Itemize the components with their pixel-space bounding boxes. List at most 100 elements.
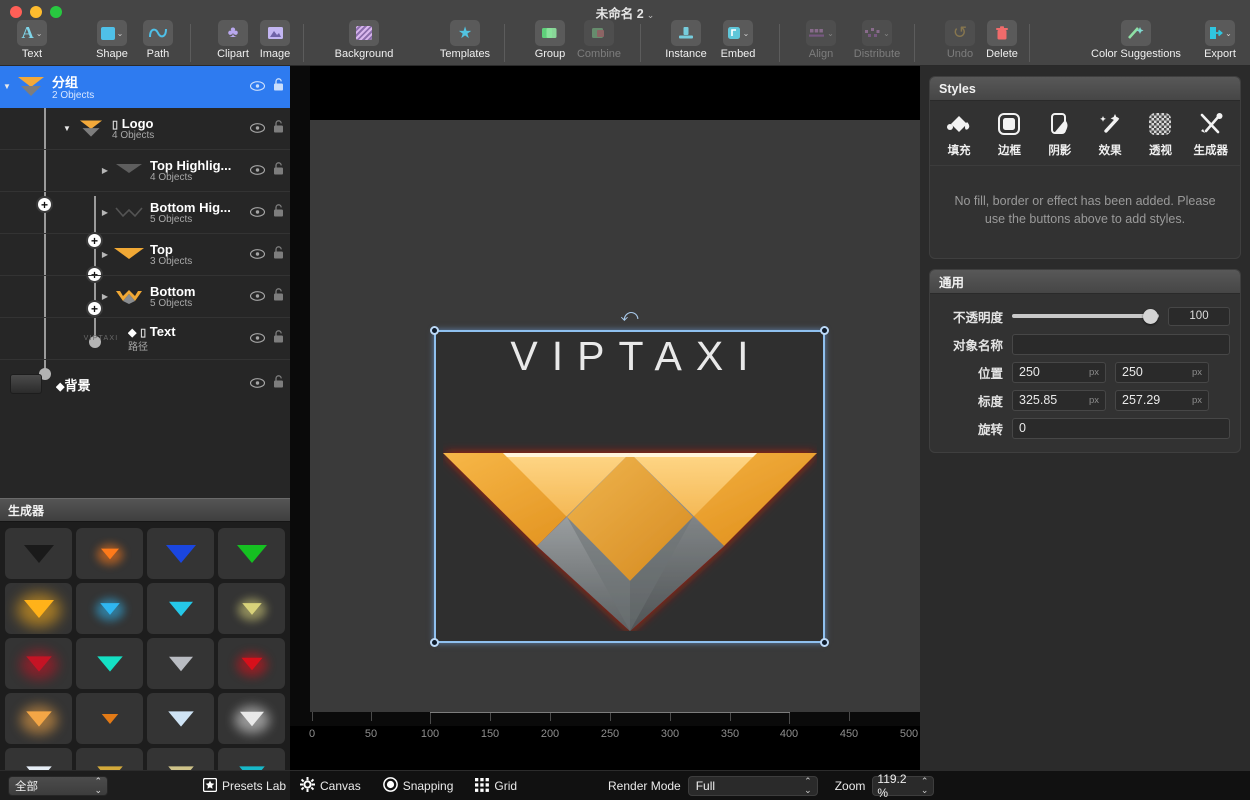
style-button-transparency[interactable]: 透视	[1137, 109, 1183, 158]
lock-icon[interactable]	[273, 246, 284, 264]
layer-row-bottom-highlight[interactable]: ▶ Bottom Hig... 5 Objects	[0, 192, 290, 234]
layers-panel[interactable]: + + + + ▼ 分组 2 Objects ▼	[0, 66, 290, 498]
disclosure-triangle-icon[interactable]: ▶	[98, 292, 112, 301]
stepper-icon[interactable]: ⌃⌄	[804, 777, 812, 795]
layer-row-background[interactable]: ◆背景	[0, 360, 290, 408]
style-button-border[interactable]: 边框	[986, 109, 1032, 158]
layer-row-bottom[interactable]: ▶ Bottom 5 Objects	[0, 276, 290, 318]
stepper-icon[interactable]: ⌃⌄	[94, 777, 102, 795]
style-button-effect[interactable]: 效果	[1087, 109, 1133, 158]
resize-handle-tr[interactable]	[820, 326, 829, 335]
generator-swatch[interactable]	[76, 528, 143, 579]
generator-swatch[interactable]	[147, 693, 214, 744]
generator-swatch[interactable]	[76, 638, 143, 689]
slider-knob[interactable]	[1143, 309, 1158, 324]
object-name-input[interactable]	[1012, 334, 1230, 355]
position-y-input[interactable]: 250 px	[1115, 362, 1209, 383]
presets-lab-button[interactable]: Presets Lab	[203, 778, 286, 795]
toolbar-button-image[interactable]: Image	[247, 20, 303, 66]
toolbar-button-templates[interactable]: ★ Templates	[437, 20, 493, 66]
layer-row-text[interactable]: VIPTAXI ◆ ▯ Text 路径	[0, 318, 290, 360]
artboard[interactable]: VIPTAXI	[310, 120, 920, 720]
generator-swatch[interactable]	[147, 528, 214, 579]
resize-handle-tl[interactable]	[430, 326, 439, 335]
style-button-fill[interactable]: 填充	[936, 109, 982, 158]
layer-row-top-highlight[interactable]: ▶ Top Highlig... 4 Objects	[0, 150, 290, 192]
canvas-button[interactable]: Canvas	[300, 777, 361, 795]
lock-icon[interactable]	[273, 162, 284, 180]
layer-row-top[interactable]: ▶ Top 3 Objects	[0, 234, 290, 276]
disclosure-triangle-icon[interactable]: ▼	[60, 124, 74, 133]
style-button-generator[interactable]: 生成器	[1188, 109, 1234, 158]
layer-row-group[interactable]: ▼ 分组 2 Objects	[0, 66, 290, 108]
toolbar-button-background[interactable]: Background	[336, 20, 392, 66]
zoom-select[interactable]: 119.2 % ⌃⌄	[872, 776, 934, 796]
resize-handle-bl[interactable]	[430, 638, 439, 647]
general-card: 通用 不透明度 100 对象名称 位置 250 px	[929, 269, 1241, 453]
toolbar-button-color-suggestions[interactable]: Color Suggestions	[1081, 20, 1191, 66]
layer-row-logo[interactable]: ▼ ▯ Logo 4 Objects	[0, 108, 290, 150]
style-button-label: 填充	[948, 142, 971, 158]
generator-swatch[interactable]	[147, 583, 214, 634]
rotation-input[interactable]: 0	[1012, 418, 1230, 439]
generator-swatch[interactable]	[76, 693, 143, 744]
eye-icon[interactable]	[250, 246, 265, 264]
disclosure-triangle-icon[interactable]: ▶	[98, 166, 112, 175]
generator-swatch[interactable]	[5, 528, 72, 579]
generator-panel: 生成器	[0, 498, 290, 770]
opacity-slider[interactable]	[1012, 306, 1159, 327]
generator-swatch[interactable]	[218, 583, 285, 634]
disclosure-triangle-icon[interactable]: ▶	[98, 208, 112, 217]
generator-swatch[interactable]	[76, 583, 143, 634]
snapping-button[interactable]: Snapping	[383, 777, 454, 795]
eye-icon[interactable]	[250, 204, 265, 222]
resize-handle-br[interactable]	[820, 638, 829, 647]
layer-thumbnail: VIPTAXI	[78, 326, 124, 352]
eye-icon[interactable]	[250, 162, 265, 180]
lock-icon[interactable]	[273, 288, 284, 306]
disclosure-triangle-icon[interactable]: ▼	[0, 82, 14, 91]
grid-button[interactable]: Grid	[475, 778, 517, 795]
chevron-down-icon[interactable]: ⌄	[647, 10, 655, 20]
lock-icon[interactable]	[273, 78, 284, 96]
size-height-input[interactable]: 257.29 px	[1115, 390, 1209, 411]
toolbar-button-text[interactable]: A⌄ Text	[4, 20, 60, 66]
canvas-area[interactable]: VIPTAXI	[290, 66, 920, 770]
eye-icon[interactable]	[250, 288, 265, 306]
generator-swatch[interactable]	[5, 583, 72, 634]
style-buttons[interactable]: 填充 边框 阴影 效果	[930, 101, 1240, 166]
generator-swatch[interactable]	[218, 693, 285, 744]
eye-icon[interactable]	[250, 78, 265, 96]
style-button-label: 边框	[998, 142, 1021, 158]
generator-swatch[interactable]	[218, 528, 285, 579]
generator-grid[interactable]	[0, 522, 290, 800]
style-button-shadow[interactable]: 阴影	[1037, 109, 1083, 158]
generator-swatch[interactable]	[218, 638, 285, 689]
toolbar-button-delete[interactable]: Delete	[974, 20, 1030, 66]
generator-filter-select[interactable]: 全部 ⌃⌄	[8, 776, 108, 796]
eye-icon[interactable]	[250, 120, 265, 138]
lock-icon[interactable]	[273, 375, 284, 393]
lock-icon[interactable]	[273, 204, 284, 222]
generator-swatch[interactable]	[5, 693, 72, 744]
size-width-input[interactable]: 325.85 px	[1012, 390, 1106, 411]
stepper-icon[interactable]: ⌃⌄	[921, 777, 929, 795]
toolbar-button-path[interactable]: Path	[130, 20, 186, 66]
disclosure-triangle-icon[interactable]: ▶	[98, 250, 112, 259]
render-mode-select[interactable]: Full ⌃⌄	[688, 776, 818, 796]
eye-icon[interactable]	[250, 330, 265, 348]
position-x-input[interactable]: 250 px	[1012, 362, 1106, 383]
rotate-handle-icon[interactable]: ⤺	[620, 306, 638, 326]
toolbar-button-export[interactable]: ⌄ Export	[1192, 20, 1248, 66]
toolbar-button-instance[interactable]: Instance	[658, 20, 714, 66]
toolbar-button-group[interactable]: Group	[522, 20, 578, 66]
lock-icon[interactable]	[273, 330, 284, 348]
generator-swatch[interactable]	[5, 638, 72, 689]
opacity-value[interactable]: 100	[1168, 307, 1230, 326]
lock-icon[interactable]	[273, 120, 284, 138]
opacity-row: 不透明度 100	[930, 302, 1240, 330]
toolbar-button-embed[interactable]: ⌄ Embed	[710, 20, 766, 66]
eye-icon[interactable]	[250, 375, 265, 393]
generator-swatch[interactable]	[147, 638, 214, 689]
selection-frame[interactable]: ⤺	[434, 330, 825, 643]
